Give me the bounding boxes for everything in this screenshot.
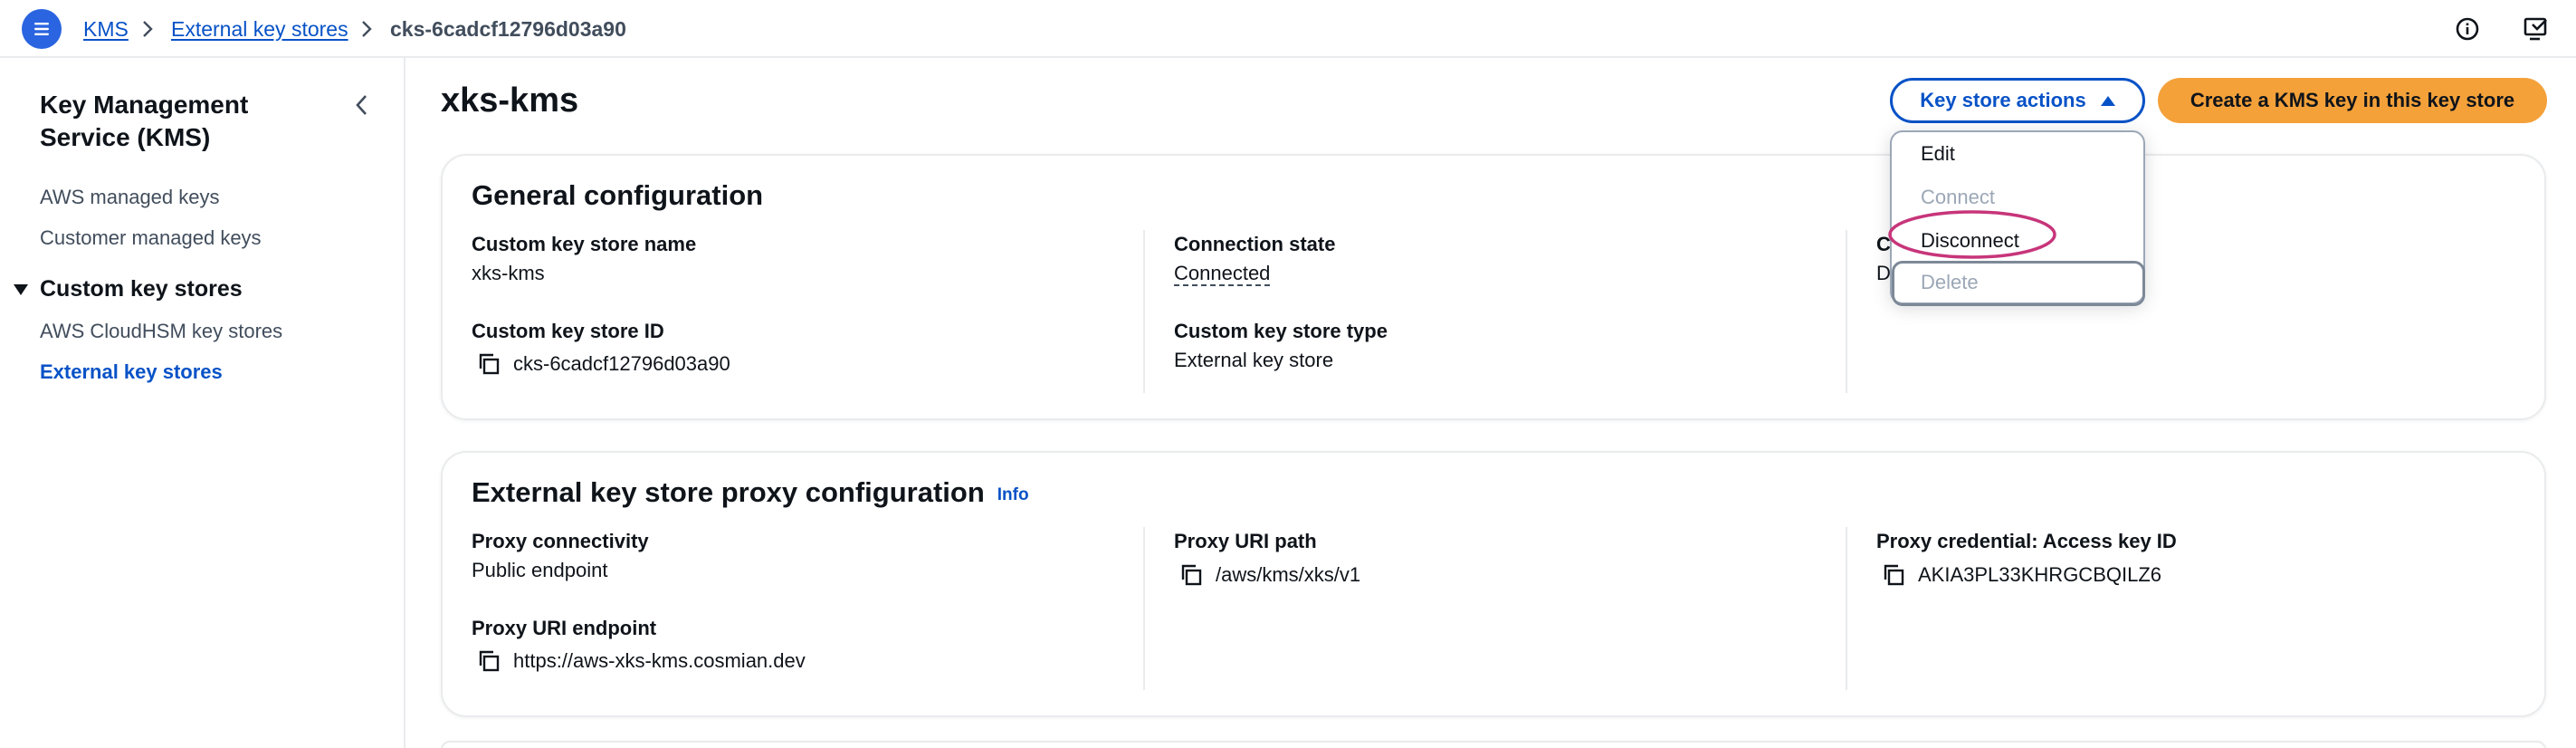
proxy-credential-value: AKIA3PL33KHRGCBQILZ6 (1918, 563, 2162, 586)
general-configuration-panel: General configuration Custom key store n… (441, 154, 2546, 420)
key-store-actions-label: Key store actions (1920, 89, 2086, 111)
breadcrumb-external-key-stores[interactable]: External key stores (171, 16, 348, 42)
column-divider (1143, 527, 1145, 690)
info-icon[interactable] (2453, 14, 2482, 43)
custom-key-store-id-value-row: cks-6cadcf12796d03a90 (475, 350, 730, 378)
proxy-credential-label: Proxy credential: Access key ID (1876, 530, 2177, 552)
custom-key-store-name-value: xks-kms (472, 262, 545, 284)
chevron-right-icon (143, 21, 153, 37)
menu-item-edit[interactable]: Edit (1921, 141, 1955, 167)
panel-title: External key store proxy configuration In… (472, 475, 1029, 513)
copy-icon[interactable] (1880, 561, 1907, 589)
collapse-sidebar-icon[interactable] (351, 91, 373, 120)
connection-state-label: Connection state (1174, 233, 1336, 255)
column-divider (1846, 230, 1847, 393)
column-divider (1846, 527, 1847, 690)
next-panel-edge (441, 741, 2546, 748)
copy-icon[interactable] (475, 647, 502, 675)
column-3-value-partial: D (1876, 262, 1891, 284)
proxy-uri-endpoint-label: Proxy URI endpoint (472, 617, 657, 639)
info-link[interactable]: Info (997, 485, 1029, 504)
feedback-icon[interactable] (2522, 14, 2551, 43)
hamburger-menu-button[interactable] (22, 9, 62, 49)
sidebar-title[interactable]: Key Management Service (KMS) (40, 89, 329, 154)
menu-item-delete: Delete (1921, 271, 1979, 293)
proxy-configuration-panel: External key store proxy configuration In… (441, 451, 2546, 717)
menu-item-connect: Connect (1921, 186, 1995, 208)
sidebar-item-aws-managed-keys[interactable]: AWS managed keys (40, 185, 220, 210)
copy-icon[interactable] (1178, 561, 1205, 589)
chevron-right-icon (362, 21, 372, 37)
copy-icon[interactable] (475, 350, 502, 378)
sidebar-item-external-key-stores[interactable]: External key stores (40, 360, 223, 385)
hamburger-icon (34, 23, 49, 35)
custom-key-store-id-value: cks-6cadcf12796d03a90 (513, 352, 730, 375)
sidebar: Key Management Service (KMS) AWS managed… (0, 58, 405, 748)
proxy-uri-path-value: /aws/kms/xks/v1 (1216, 563, 1361, 586)
sidebar-item-customer-managed-keys[interactable]: Customer managed keys (40, 225, 262, 251)
sidebar-section-custom-key-stores[interactable]: Custom key stores (40, 275, 243, 302)
proxy-connectivity-value: Public endpoint (472, 559, 608, 581)
page-title: xks-kms (441, 82, 579, 120)
proxy-uri-path-label: Proxy URI path (1174, 530, 1317, 552)
connection-state-value[interactable]: Connected (1174, 263, 1271, 286)
proxy-uri-endpoint-value: https://aws-xks-kms.cosmian.dev (513, 649, 806, 672)
panel-title: General configuration (472, 179, 764, 211)
top-navigation-bar: KMS External key stores cks-6cadcf12796d… (0, 0, 2576, 58)
proxy-connectivity-label: Proxy connectivity (472, 530, 649, 552)
caret-up-icon (2100, 96, 2115, 106)
custom-key-store-type-label: Custom key store type (1174, 320, 1388, 342)
highlight-annotation (1888, 210, 2056, 259)
proxy-panel-title-text: External key store proxy configuration (472, 476, 985, 508)
custom-key-store-name-label: Custom key store name (472, 233, 697, 255)
column-divider (1143, 230, 1145, 393)
key-store-actions-button[interactable]: Key store actions (1890, 78, 2145, 123)
proxy-credential-row: AKIA3PL33KHRGCBQILZ6 (1880, 561, 2161, 589)
proxy-uri-endpoint-row: https://aws-xks-kms.cosmian.dev (475, 647, 806, 675)
sidebar-item-cloudhsm-key-stores[interactable]: AWS CloudHSM key stores (40, 319, 282, 344)
breadcrumb-kms[interactable]: KMS (83, 16, 129, 42)
custom-key-store-type-value: External key store (1174, 349, 1334, 371)
caret-down-icon[interactable] (13, 283, 29, 296)
create-kms-key-button[interactable]: Create a KMS key in this key store (2158, 78, 2547, 123)
custom-key-store-id-label: Custom key store ID (472, 320, 664, 342)
breadcrumb-current: cks-6cadcf12796d03a90 (390, 17, 626, 41)
proxy-uri-path-row: /aws/kms/xks/v1 (1178, 561, 1360, 589)
